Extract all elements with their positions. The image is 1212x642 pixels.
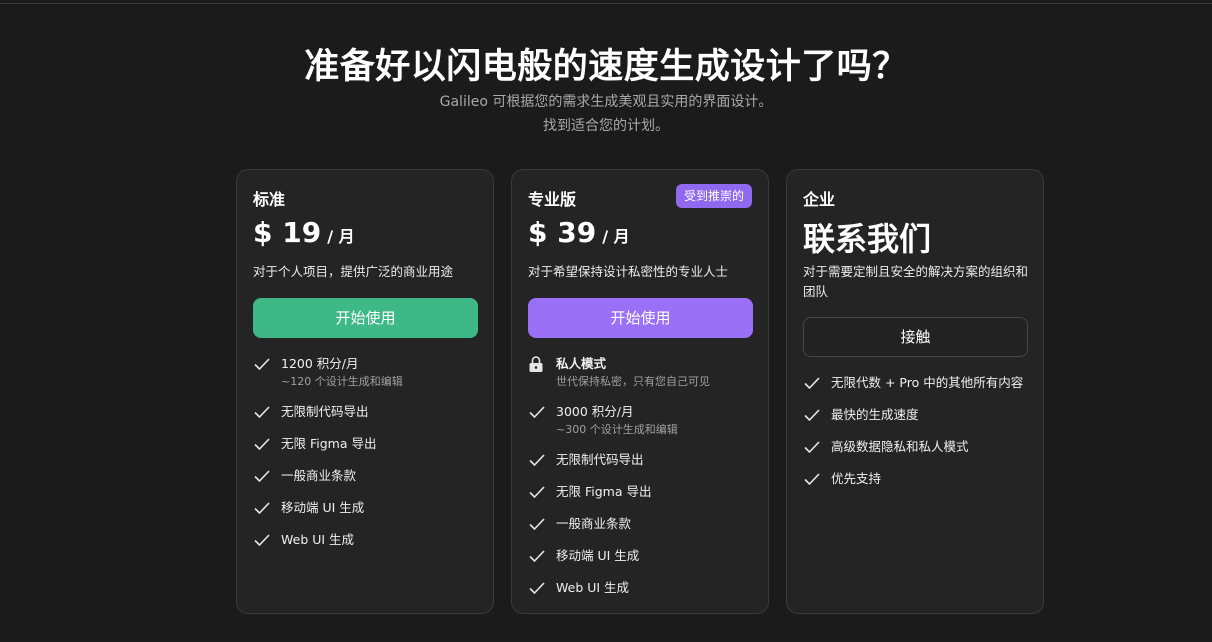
feature-item: 一般商业条款 [528, 514, 758, 546]
contact-button[interactable]: 接触 [803, 317, 1028, 357]
check-icon [254, 358, 270, 371]
feature-subtext: ~120 个设计生成和编辑 [281, 375, 403, 388]
feature-list: 私人模式世代保持私密，只有您自己可见 3000 积分/月 ~300 个设计生成和编… [528, 354, 758, 610]
feature-text: Web UI 生成 [556, 580, 630, 595]
plan-card-enterprise: 企业 联系我们 对于需要定制且安全的解决方案的组织和团队 接触 无限代数 + P… [786, 169, 1044, 614]
feature-text: 无限 Figma 导出 [281, 436, 377, 451]
price-amount: $ 39 [528, 216, 597, 249]
top-divider [0, 3, 1212, 4]
check-icon [804, 441, 820, 454]
feature-item: 无限 Figma 导出 [253, 434, 483, 466]
feature-text: 无限 Figma 导出 [556, 484, 652, 499]
plan-name: 企业 [803, 190, 836, 209]
feature-text: Web UI 生成 [281, 532, 355, 547]
check-icon [254, 470, 270, 483]
check-icon [529, 406, 545, 419]
check-icon [529, 518, 545, 531]
plan-card-standard: 标准 $ 19 / 月 对于个人项目，提供广泛的商业用途 开始使用 1200 积分… [236, 169, 494, 614]
feature-item: 优先支持 [803, 469, 1033, 501]
feature-item: 私人模式世代保持私密，只有您自己可见 [528, 354, 758, 402]
plan-name: 专业版 [528, 190, 577, 209]
plan-card-pro: 专业版 受到推崇的 $ 39/ 月 对于希望保持设计私密性的专业人士 开始使用 … [511, 169, 769, 614]
check-icon [254, 502, 270, 515]
feature-item: Web UI 生成 [253, 530, 483, 562]
check-icon [804, 473, 820, 486]
feature-list: 无限代数 + Pro 中的其他所有内容 最快的生成速度 高级数据隐私和私人模式 … [803, 373, 1033, 501]
page-subtitle-line-1: Galileo 可根据您的需求生成美观且实用的界面设计。 [439, 94, 773, 110]
feature-text: 移动端 UI 生成 [281, 500, 365, 515]
feature-text: 高级数据隐私和私人模式 [831, 439, 969, 454]
price-period: / 月 [327, 227, 355, 246]
feature-text: 无限制代码导出 [281, 404, 369, 419]
feature-text: 一般商业条款 [281, 468, 357, 483]
feature-subtext: 世代保持私密，只有您自己可见 [556, 375, 710, 388]
recommended-badge: 受到推崇的 [675, 184, 752, 208]
feature-list: 1200 积分/月 ~120 个设计生成和编辑 无限制代码导出 无限 Figma … [253, 354, 483, 562]
check-icon [804, 409, 820, 422]
feature-item: 一般商业条款 [253, 466, 483, 498]
plan-price: $ 19 / 月 [253, 216, 355, 249]
start-button-standard[interactable]: 开始使用 [253, 298, 478, 338]
feature-text: 最快的生成速度 [831, 407, 919, 422]
check-icon [254, 406, 270, 419]
feature-subtext: ~300 个设计生成和编辑 [556, 423, 678, 436]
feature-item: 无限代数 + Pro 中的其他所有内容 [803, 373, 1033, 405]
feature-text: 1200 积分/月 [281, 356, 359, 371]
check-icon [254, 438, 270, 451]
check-icon [529, 550, 545, 563]
feature-item: 无限制代码导出 [253, 402, 483, 434]
contact-us-title: 联系我们 [803, 220, 932, 258]
feature-item: 无限 Figma 导出 [528, 482, 758, 514]
price-period: / 月 [602, 227, 630, 246]
check-icon [529, 486, 545, 499]
check-icon [529, 582, 545, 595]
page-subtitle-line-2: 找到适合您的计划。 [543, 118, 669, 134]
feature-text: 移动端 UI 生成 [556, 548, 640, 563]
price-amount: $ 19 [253, 216, 322, 249]
lock-icon [529, 356, 543, 372]
plan-price: $ 39 / 月 [528, 216, 630, 249]
feature-item: 高级数据隐私和私人模式 [803, 437, 1033, 469]
feature-item: 3000 积分/月 ~300 个设计生成和编辑 [528, 402, 758, 450]
feature-item: Web UI 生成 [528, 578, 758, 610]
feature-text: 一般商业条款 [556, 516, 632, 531]
plan-name: 标准 [253, 190, 286, 209]
hero-section: 准备好以闪电般的速度生成设计了吗？ Galileo 可根据您的需求生成美观且实用… [0, 44, 1212, 138]
feature-text: 3000 积分/月 [556, 404, 634, 419]
feature-item: 最快的生成速度 [803, 405, 1033, 437]
feature-text: 无限代数 + Pro 中的其他所有内容 [831, 375, 1024, 390]
plan-description: 对于需要定制且安全的解决方案的组织和团队 [803, 264, 1029, 299]
feature-text: 无限制代码导出 [556, 452, 644, 467]
feature-text: 优先支持 [831, 471, 882, 486]
feature-item: 移动端 UI 生成 [253, 498, 483, 530]
check-icon [804, 377, 820, 390]
check-icon [529, 454, 545, 467]
start-button-pro[interactable]: 开始使用 [528, 298, 753, 338]
plan-description: 对于个人项目，提供广泛的商业用途 [253, 264, 454, 279]
feature-item: 1200 积分/月 ~120 个设计生成和编辑 [253, 354, 483, 402]
plan-description: 对于希望保持设计私密性的专业人士 [528, 264, 729, 279]
feature-text: 私人模式 [556, 356, 607, 371]
page-title: 准备好以闪电般的速度生成设计了吗？ [304, 47, 908, 87]
feature-item: 无限制代码导出 [528, 450, 758, 482]
feature-item: 移动端 UI 生成 [528, 546, 758, 578]
check-icon [254, 534, 270, 547]
